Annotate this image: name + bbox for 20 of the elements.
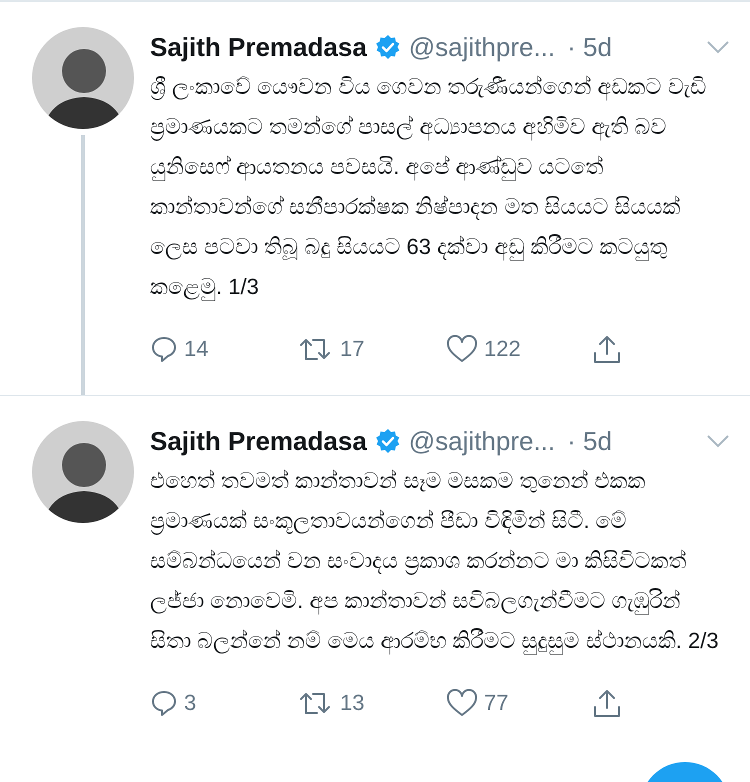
heart-icon (446, 335, 478, 363)
reply-icon (150, 335, 178, 363)
tweet-text: ශ්‍රී ලංකාවේ යෞවන විය ගෙවන තරුණීයන්ගෙන් අඩකට වැඩි ප්‍රමාණයකට තමන්ගේ පාසල් අධ්‍යාපනය අහිමිව ඇති බව යුනිසෙෆ් ආයතනය පවසයි. අපේ ආණ්ඩුව යටතේ කාන්තාවන්ගේ සනීපාරක්ෂක නිෂ්පාදන මත සියයට සියයක් ලෙස පටවා තිබූ බදු සියයට 63 දක්වා අඩු කිරීමට කටයුතු කළෙමු. 1/3 (150, 73, 707, 303)
user-handle[interactable]: @sajithpre... (408, 32, 556, 62)
like-button[interactable]: 122 (446, 335, 591, 363)
retweet-button[interactable]: 13 (298, 689, 446, 717)
reply-button[interactable]: 14 (150, 335, 298, 363)
heart-icon (446, 689, 478, 717)
user-name[interactable]: Sajith Premadasa (150, 32, 367, 62)
like-button[interactable]: 77 (446, 689, 591, 717)
user-handle[interactable]: @sajithpre... (408, 426, 556, 456)
retweet-button[interactable]: 17 (298, 335, 446, 363)
reply-button[interactable]: 3 (150, 689, 298, 717)
share-icon[interactable] (591, 687, 623, 719)
tweet-text: එහෙත් තවමත් කාන්තාවන් සෑම මසකම තුනෙන් එකක ප්‍රමාණයක් සංකූලතාවයන්ගෙන් පීඩා විඳිමින් සිටී. මේ සම්බන්ධයෙන් වන සංවාදය ප්‍රකාශ කරන්නට මා කිසිවිටකත් ලජ්ජා නොවෙමි. අප කාන්තාවන් සවිබලගැන්වීමට ගැඹුරින් සිතා බලන්නේ නම් මෙය ආරම්භ කිරීමට සුදුසුම ස්ථානයකි. 2/3 (150, 467, 720, 657)
timestamp[interactable]: · 5d (567, 426, 612, 456)
reply-icon (150, 689, 178, 717)
timestamp[interactable]: · 5d (567, 32, 612, 62)
share-icon[interactable] (591, 333, 623, 365)
user-name[interactable]: Sajith Premadasa (150, 426, 367, 456)
